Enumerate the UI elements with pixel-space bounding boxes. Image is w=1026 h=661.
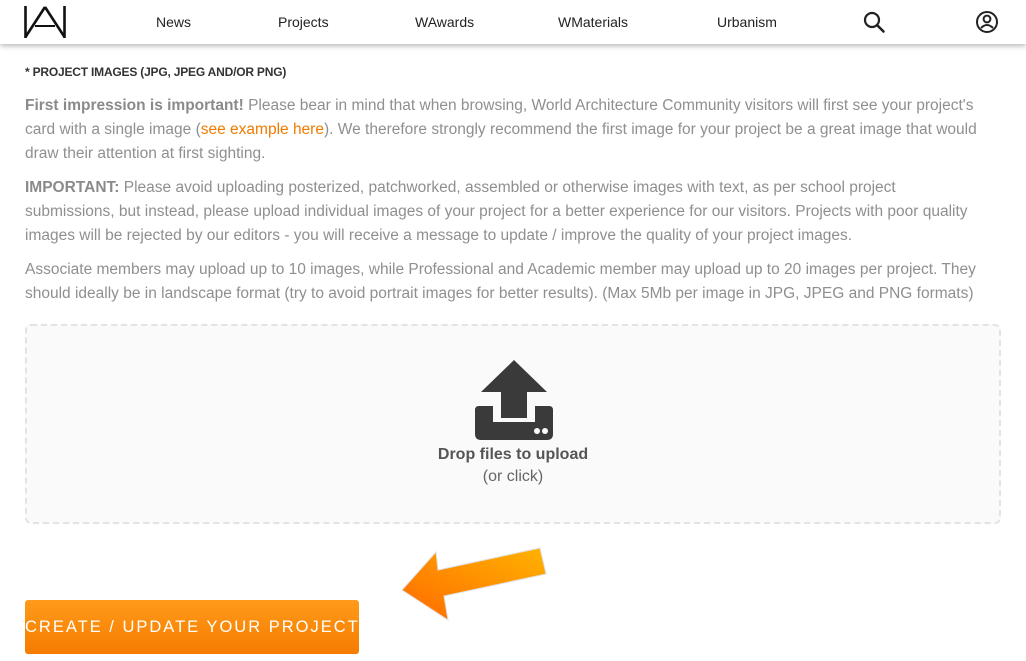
dropzone-title: Drop files to upload <box>437 446 589 463</box>
important-text: Please avoid uploading posterized, patch… <box>25 179 968 244</box>
dropzone-subtitle: (or click) <box>482 468 544 485</box>
first-impression-paragraph: First impression is important! Please be… <box>25 94 985 166</box>
nav-news[interactable]: News <box>156 14 191 30</box>
upload-icon <box>475 360 553 440</box>
file-dropzone[interactable]: Drop files to upload (or click) <box>25 324 1001 524</box>
important-paragraph: IMPORTANT: Please avoid uploading poster… <box>25 176 985 248</box>
upload-limits-paragraph: Associate members may upload up to 10 im… <box>25 261 976 302</box>
user-account-icon[interactable] <box>975 10 999 34</box>
see-example-link[interactable]: see example here <box>201 121 324 138</box>
wa-logo-icon[interactable] <box>24 6 66 38</box>
create-update-project-button[interactable]: CREATE / UPDATE YOUR PROJECT <box>25 600 359 654</box>
nav-wawards[interactable]: WAwards <box>415 14 474 30</box>
section-label: * PROJECT IMAGES (JPG, JPEG AND/OR PNG) <box>25 65 287 79</box>
important-heading: IMPORTANT: <box>25 179 120 196</box>
nav-urbanism[interactable]: Urbanism <box>717 14 777 30</box>
nav-wmaterials[interactable]: WMaterials <box>558 14 628 30</box>
search-icon[interactable] <box>862 10 886 34</box>
orange-arrow-icon <box>396 540 554 630</box>
first-impression-heading: First impression is important! <box>25 97 244 114</box>
nav-projects[interactable]: Projects <box>278 14 329 30</box>
top-navigation-bar: News Projects WAwards WMaterials Urbanis… <box>0 0 1026 44</box>
